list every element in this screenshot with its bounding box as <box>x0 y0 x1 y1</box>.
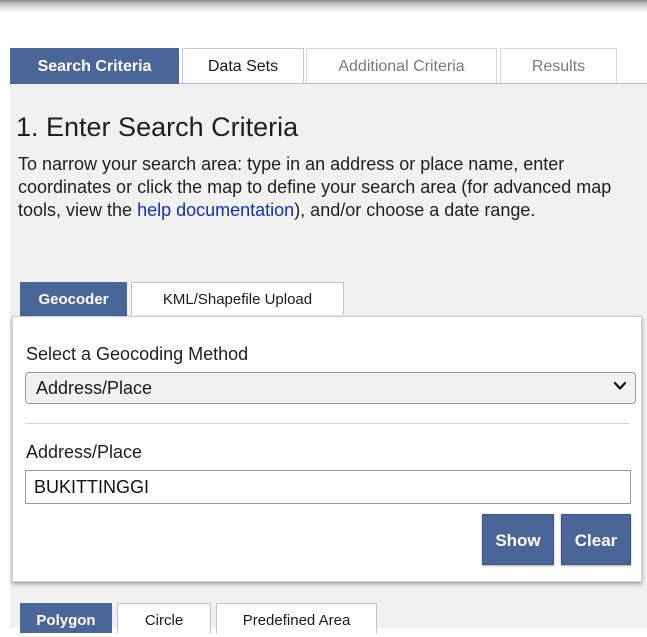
geocoding-method-value: Address/Place <box>36 378 153 398</box>
page-title: 1. Enter Search Criteria <box>16 112 299 142</box>
tab-results[interactable]: Results <box>500 48 617 83</box>
geocoding-method-label: Select a Geocoding Method <box>26 344 249 364</box>
clear-button[interactable]: Clear <box>561 514 631 565</box>
tab-predefined-area[interactable]: Predefined Area <box>216 603 377 633</box>
tab-data-sets[interactable]: Data Sets <box>182 48 304 83</box>
tab-circle[interactable]: Circle <box>117 603 211 633</box>
tab-additional-criteria[interactable]: Additional Criteria <box>306 48 497 83</box>
help-documentation-link[interactable]: help documentation <box>137 200 294 220</box>
intro-text-end: ), and/or choose a date range. <box>294 200 536 220</box>
divider <box>25 423 629 424</box>
show-button[interactable]: Show <box>482 514 554 565</box>
tab-search-criteria[interactable]: Search Criteria <box>10 48 179 84</box>
chevron-down-icon <box>613 381 627 390</box>
address-input[interactable]: BUKITTINGGI <box>25 470 631 504</box>
tab-geocoder[interactable]: Geocoder <box>20 282 127 316</box>
geocoding-method-select[interactable]: Address/Place <box>25 372 636 404</box>
address-label: Address/Place <box>26 442 143 462</box>
geocoder-box: Select a Geocoding Method Address/Place … <box>12 316 642 582</box>
intro-text: To narrow your search area: type in an a… <box>18 153 643 222</box>
tab-kml-shapefile-upload[interactable]: KML/Shapefile Upload <box>131 282 344 315</box>
browser-top-shadow <box>0 0 647 14</box>
tab-polygon[interactable]: Polygon <box>20 603 112 633</box>
